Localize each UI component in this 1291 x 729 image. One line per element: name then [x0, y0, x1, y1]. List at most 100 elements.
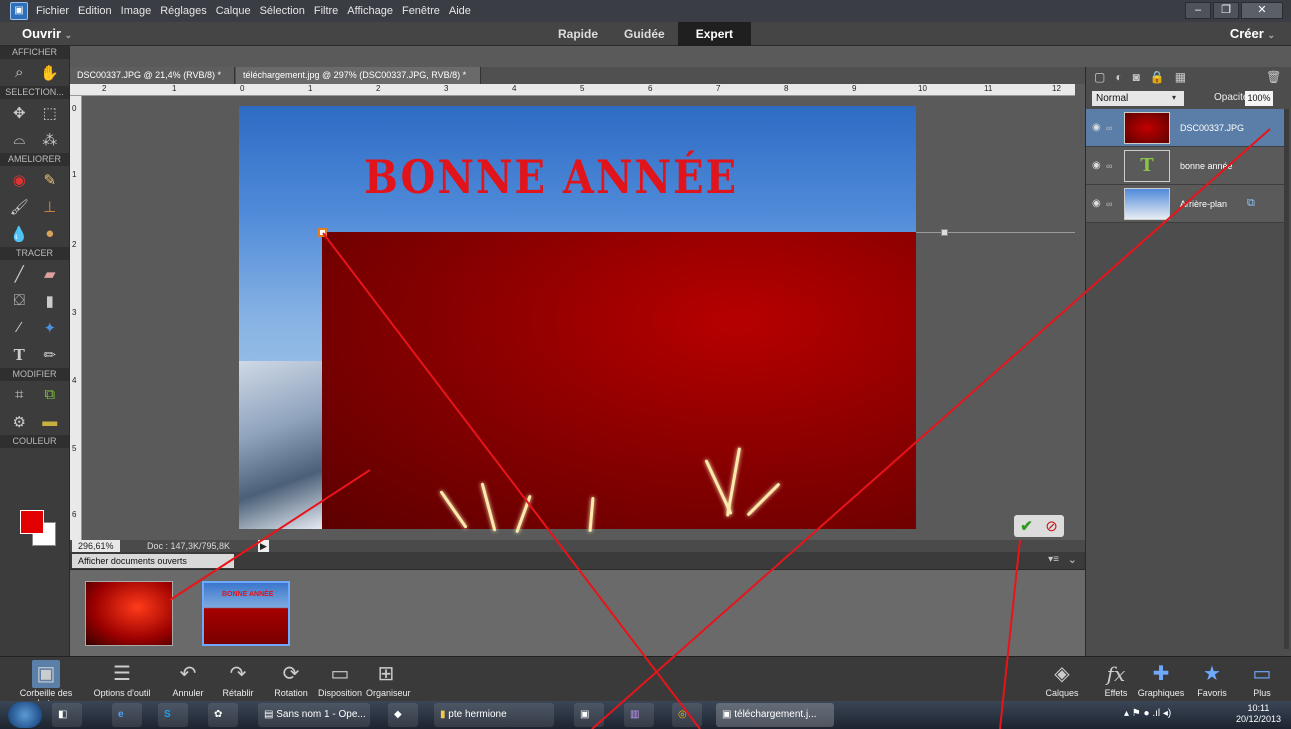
cancel-icon[interactable]: ⊘ [1045, 517, 1058, 535]
menu-aide[interactable]: Aide [449, 5, 471, 17]
bin-thumbnail-dsc00337[interactable] [85, 581, 173, 646]
eyedropper-icon[interactable]: ⁄ [8, 317, 30, 339]
link-icon[interactable]: ∞ [1106, 123, 1118, 133]
taskbar-elements-icon[interactable]: ▣ [574, 703, 604, 727]
layer-dsc00337[interactable]: ◉ ∞ DSC00337.JPG [1086, 109, 1286, 147]
show-open-documents-dropdown[interactable]: Afficher documents ouverts [72, 554, 234, 568]
menu-filtre[interactable]: Filtre [314, 5, 338, 17]
smart-brush-icon[interactable]: 🖌 [8, 196, 30, 218]
marquee-tool-icon[interactable]: ⬚ [39, 102, 61, 124]
menu-reglages[interactable]: Réglages [160, 5, 206, 17]
lasso-tool-icon[interactable]: ⌓ [8, 129, 30, 151]
clone-stamp-icon[interactable]: ⊥ [39, 196, 61, 218]
brush-tool-icon[interactable]: ╱ [8, 263, 30, 285]
lock-transparency-icon[interactable]: ▦ [1175, 70, 1186, 84]
zoom-tool-icon[interactable]: ⌕ [8, 62, 30, 84]
red-eye-tool-icon[interactable]: ◉ [8, 169, 30, 191]
tool-options-button[interactable]: ☰ Options d'outil [92, 660, 152, 698]
custom-shape-icon[interactable]: ✦ [39, 317, 61, 339]
eye-icon[interactable]: ◉ [1092, 122, 1106, 133]
menu-image[interactable]: Image [121, 5, 152, 17]
type-tool-icon[interactable]: T [8, 344, 30, 366]
mode-guidee[interactable]: Guidée [611, 22, 678, 46]
new-layer-icon[interactable]: ▢ [1094, 70, 1105, 84]
menu-fenetre[interactable]: Fenêtre [402, 5, 440, 17]
menu-affichage[interactable]: Affichage [347, 5, 393, 17]
lock-icon[interactable]: 🔒 [1150, 70, 1165, 84]
eraser-tool-icon[interactable]: ▰ [39, 263, 61, 285]
straighten-tool-icon[interactable]: ▬ [39, 411, 61, 433]
adjustment-layer-icon[interactable]: ◐ [1115, 70, 1122, 84]
taskbar-skype-icon[interactable]: S [158, 703, 188, 727]
commit-check-icon[interactable]: ✔ [1020, 517, 1033, 535]
layer-arriere-plan[interactable]: ◉ ∞ Arrière-plan ⧉ [1086, 185, 1286, 223]
taskbar-item-pte-hermione[interactable]: ▮ pte hermione [434, 703, 554, 727]
layer-mask-icon[interactable]: ◙ [1133, 70, 1140, 84]
taskbar-picasa-icon[interactable]: ✿ [208, 703, 238, 727]
create-button[interactable]: Créer ⌄ [1230, 26, 1275, 41]
chevron-down-icon[interactable]: ⌄ [1068, 553, 1077, 566]
link-icon[interactable]: ∞ [1106, 161, 1118, 171]
trash-icon[interactable]: 🗑 [1266, 70, 1281, 84]
healing-brush-icon[interactable]: ✎ [39, 169, 61, 191]
organizer-button[interactable]: ⊞ Organiseur [366, 660, 411, 698]
mode-expert[interactable]: Expert [677, 22, 752, 46]
taskbar-item-sans-nom[interactable]: ▤ Sans nom 1 - Ope... [258, 703, 370, 727]
quick-select-tool-icon[interactable]: ⁂ [39, 129, 61, 151]
blur-tool-icon[interactable]: 💧 [8, 223, 30, 245]
blend-mode-select[interactable]: Normal [1092, 91, 1184, 106]
move-tool-icon[interactable]: ✥ [8, 102, 30, 124]
transform-handle-top-left[interactable] [318, 228, 327, 237]
tab-telechargement[interactable]: téléchargement.jpg @ 297% (DSC00337.JPG,… [236, 67, 481, 97]
layers-button[interactable]: ◈ Calques [1042, 660, 1082, 698]
start-button[interactable] [8, 702, 42, 728]
zoom-level[interactable]: 296,61% [72, 540, 120, 552]
crop-tool-icon[interactable]: ⌗ [8, 384, 30, 406]
sponge-tool-icon[interactable]: ● [39, 223, 61, 245]
bin-menu-icon[interactable]: ▾≡ [1048, 554, 1059, 565]
pencil-tool-icon[interactable]: ✏ [39, 344, 61, 366]
opacity-input[interactable]: 100% [1245, 91, 1273, 106]
menu-calque[interactable]: Calque [216, 5, 251, 17]
taskbar-ie-icon[interactable]: e [112, 703, 142, 727]
menu-edition[interactable]: Edition [78, 5, 112, 17]
layout-button[interactable]: ▭ Disposition [312, 660, 368, 698]
layers-scrollbar[interactable] [1284, 109, 1289, 649]
gradient-tool-icon[interactable]: ▮ [39, 290, 61, 312]
paint-bucket-icon[interactable]: ⛋ [8, 290, 30, 312]
recompose-tool-icon[interactable]: ⧉ [39, 384, 61, 406]
tray-icons[interactable]: ▴ ⚑ ● .ıl ◂) [1124, 708, 1171, 719]
close-button[interactable]: ✕ [1241, 2, 1283, 19]
menu-fichier[interactable]: Fichier [36, 5, 69, 17]
taskbar-item-telechargement[interactable]: ▣ téléchargement.j... [716, 703, 834, 727]
graphics-button[interactable]: ✚ Graphiques [1136, 660, 1186, 698]
menu-selection[interactable]: Sélection [260, 5, 305, 17]
taskbar-outlook-icon[interactable]: ◧ [52, 703, 82, 727]
mode-rapide[interactable]: Rapide [545, 22, 611, 46]
undo-button[interactable]: ↶ Annuler [168, 660, 208, 698]
status-arrow-icon[interactable]: ▶ [258, 540, 269, 552]
eye-icon[interactable]: ◉ [1092, 198, 1106, 209]
taskbar-book-icon[interactable]: ◆ [388, 703, 418, 727]
layer-bonne-annee[interactable]: ◉ ∞ T bonne année [1086, 147, 1286, 185]
taskbar-clock[interactable]: 10:11 20/12/2013 [1236, 703, 1281, 725]
open-button[interactable]: Ouvrir ⌄ [22, 26, 72, 41]
fireworks-layer-image[interactable] [322, 232, 916, 534]
link-icon[interactable]: ∞ [1106, 199, 1118, 209]
favorites-button[interactable]: ★ Favoris [1192, 660, 1232, 698]
effects-button[interactable]: fx Effets [1098, 660, 1134, 698]
content-move-icon[interactable]: ⚙ [8, 411, 30, 433]
tab-dsc00337[interactable]: DSC00337.JPG @ 21,4% (RVB/8) * × [70, 67, 235, 97]
redo-button[interactable]: ↷ Rétablir [218, 660, 258, 698]
taskbar-chrome-icon[interactable]: ◎ [672, 703, 702, 727]
rotate-button[interactable]: ⟳ Rotation [268, 660, 314, 698]
minimize-button[interactable]: – [1185, 2, 1211, 19]
transform-handle-top-right[interactable] [941, 229, 948, 236]
app-icon[interactable]: ▣ [10, 2, 28, 20]
canvas-area[interactable]: BONNE ANNÉE ✔ ⊘ [82, 96, 1075, 540]
hand-tool-icon[interactable]: ✋ [39, 62, 61, 84]
bin-thumbnail-telechargement[interactable]: BONNE ANNÉE [202, 581, 290, 646]
more-button[interactable]: ▭ Plus [1244, 660, 1280, 698]
eye-icon[interactable]: ◉ [1092, 160, 1106, 171]
restore-button[interactable]: ❐ [1213, 2, 1239, 19]
